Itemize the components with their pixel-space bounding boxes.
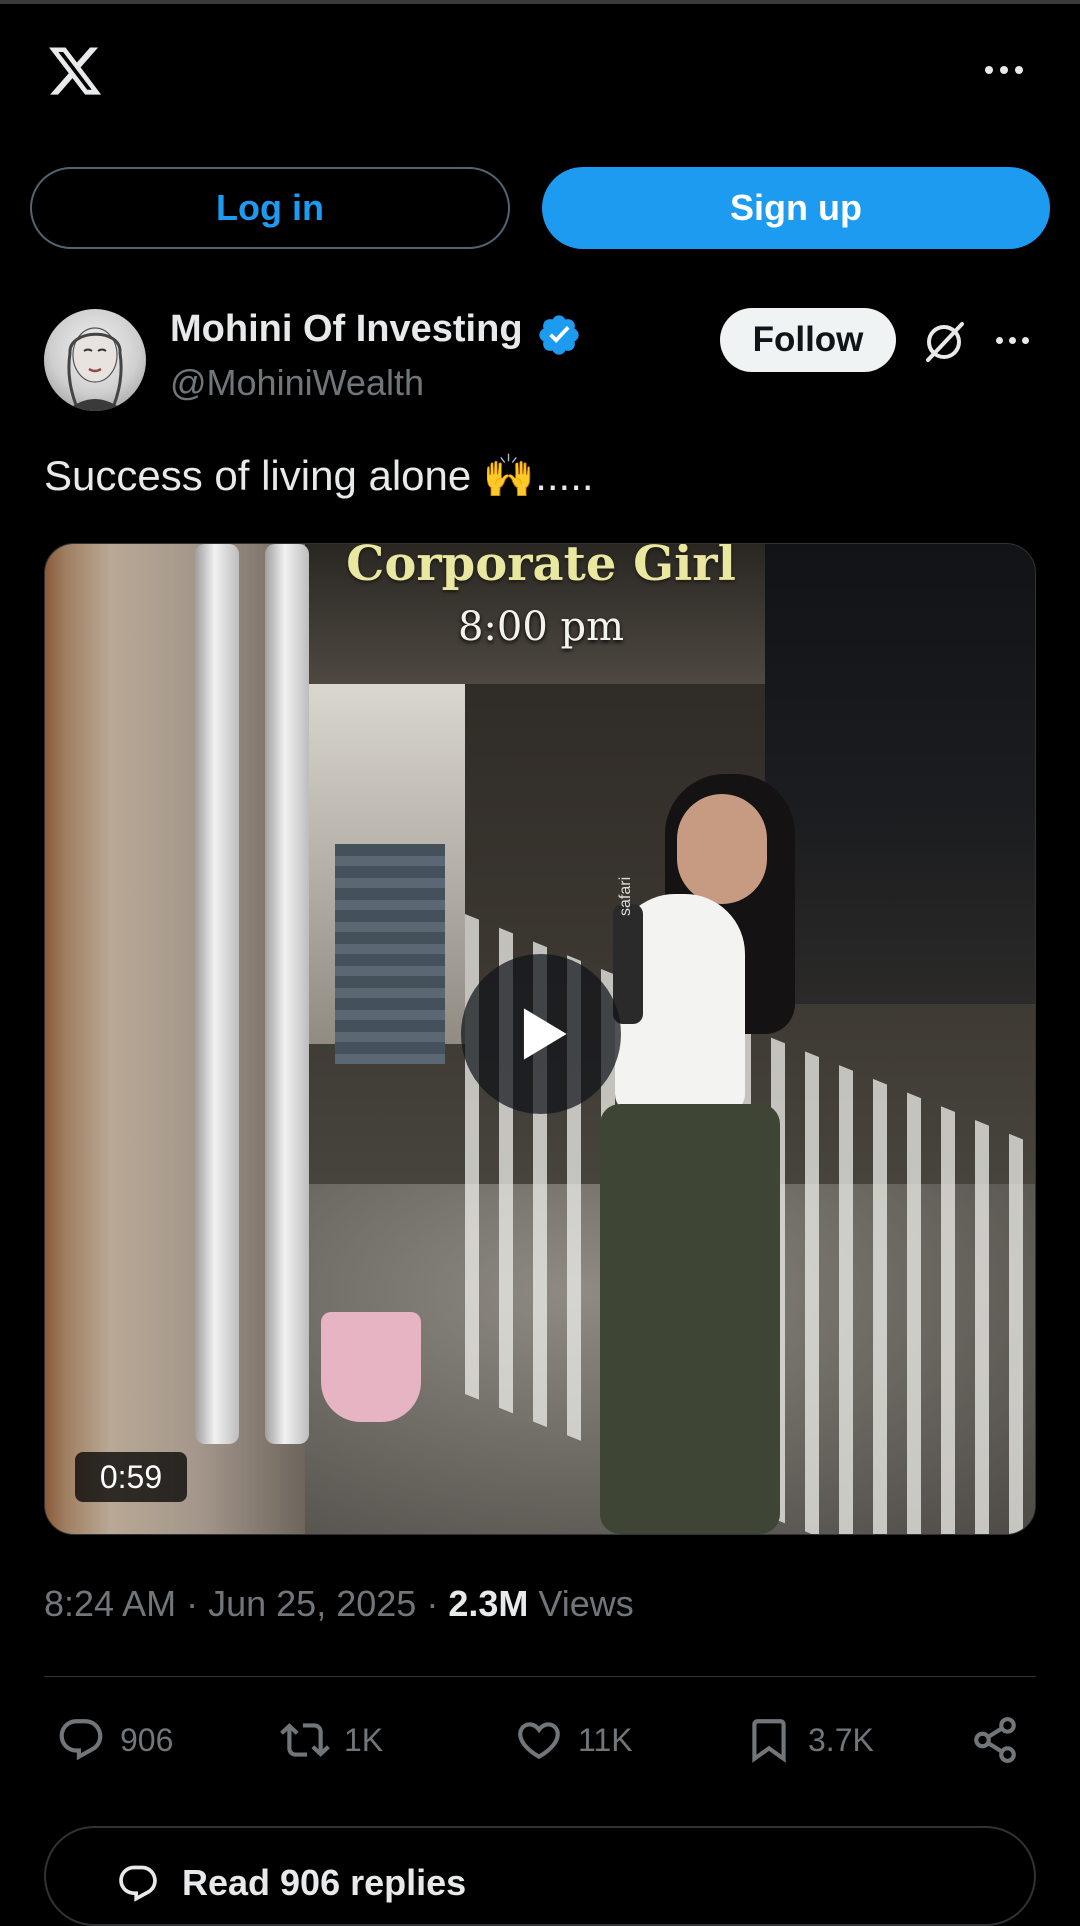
more-options-icon[interactable] [980, 58, 1028, 82]
reply-icon [119, 1865, 157, 1902]
video-caption-title: Corporate Girl [346, 543, 736, 592]
views-label: Views [538, 1583, 634, 1624]
play-icon [523, 1008, 567, 1060]
post-meta: 8:24 AM · Jun 25, 2025 · 2.3M Views [44, 1583, 634, 1625]
post-more-icon[interactable] [990, 330, 1034, 350]
signup-button[interactable]: Sign up [542, 167, 1050, 249]
video-scene-backpack-strap [613, 904, 643, 1024]
video-scene-bucket [321, 1312, 421, 1422]
meta-separator: · [186, 1583, 209, 1624]
login-button[interactable]: Log in [30, 167, 510, 249]
verified-badge-icon [536, 312, 582, 358]
like-button[interactable]: 11K [514, 1710, 633, 1770]
avatar[interactable] [44, 309, 146, 411]
reply-count: 906 [120, 1721, 174, 1758]
reply-icon [59, 1719, 103, 1761]
post-text: Success of living alone 🙌..... [44, 452, 594, 499]
grok-icon[interactable] [920, 318, 968, 366]
divider [44, 1676, 1036, 1677]
author-handle[interactable]: @MohiniWealth [170, 362, 424, 404]
video-caption-time: 8:00 pm [457, 604, 625, 650]
top-border [0, 0, 1080, 4]
play-button[interactable] [461, 954, 621, 1114]
views-count: 2.3M [448, 1583, 529, 1624]
like-count: 11K [578, 1721, 633, 1758]
repost-button[interactable]: 1K [280, 1710, 383, 1770]
follow-button[interactable]: Follow [720, 308, 896, 372]
video-duration: 0:59 [75, 1452, 187, 1502]
read-replies-button[interactable]: Read 906 replies [44, 1826, 1036, 1926]
share-icon [974, 1717, 1016, 1763]
video-scene-person-legs [600, 1104, 780, 1534]
meta-separator: · [426, 1583, 449, 1624]
reply-button[interactable]: 906 [56, 1710, 173, 1770]
bookmark-count: 3.7K [808, 1721, 874, 1758]
post-time[interactable]: 8:24 AM [44, 1583, 176, 1624]
read-replies-label: Read 906 replies [182, 1862, 467, 1903]
video-scene-pipe [195, 544, 239, 1444]
x-logo-icon[interactable] [44, 42, 106, 100]
video-scene-person-face [677, 794, 767, 904]
post-date[interactable]: Jun 25, 2025 [208, 1583, 416, 1624]
video-scene-stairs [335, 844, 445, 1064]
repost-icon [280, 1723, 330, 1757]
video-player[interactable]: safari Corporate Girl 8:00 pm 0:59 [44, 543, 1036, 1535]
video-scene-pipe [265, 544, 309, 1444]
author-name[interactable]: Mohini Of Investing [170, 308, 523, 351]
bookmark-icon [752, 1719, 786, 1763]
video-bag-brand: safari [617, 876, 634, 916]
share-button[interactable] [970, 1710, 1020, 1770]
heart-icon [518, 1722, 560, 1760]
repost-count: 1K [344, 1721, 384, 1758]
bookmark-button[interactable]: 3.7K [744, 1710, 874, 1770]
